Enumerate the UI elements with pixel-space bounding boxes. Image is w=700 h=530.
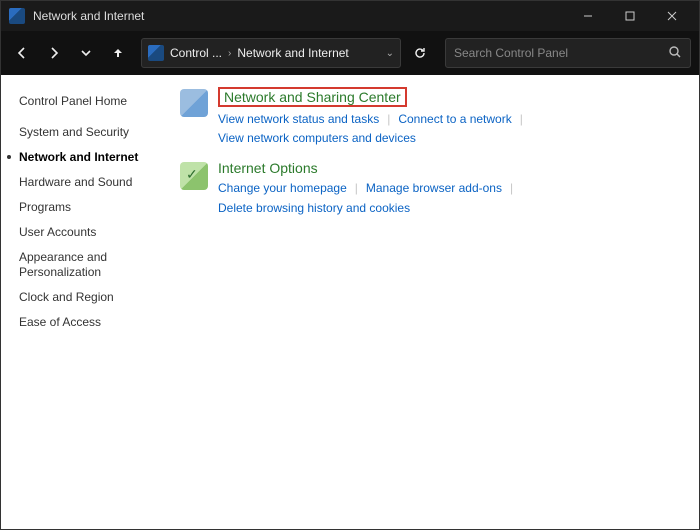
sidebar-item-network-internet[interactable]: Network and Internet xyxy=(19,145,166,170)
link-separator: | xyxy=(387,110,390,129)
app-icon xyxy=(9,8,25,24)
refresh-button[interactable] xyxy=(407,40,433,66)
sidebar: Control Panel Home System and Security N… xyxy=(1,75,176,529)
group-title-internet-options[interactable]: Internet Options xyxy=(218,160,318,176)
internet-options-icon xyxy=(180,162,208,190)
up-button[interactable] xyxy=(105,40,131,66)
search-input[interactable] xyxy=(454,46,664,60)
body: Control Panel Home System and Security N… xyxy=(1,75,699,529)
link-view-network-status[interactable]: View network status and tasks xyxy=(218,110,379,129)
toolbar: Control ... › Network and Internet ⌄ xyxy=(1,31,699,75)
link-separator: | xyxy=(355,179,358,198)
title-bar: Network and Internet xyxy=(1,1,699,31)
breadcrumb-network-internet[interactable]: Network and Internet xyxy=(237,46,348,60)
chevron-down-icon[interactable]: ⌄ xyxy=(386,48,394,59)
sidebar-item-ease-of-access[interactable]: Ease of Access xyxy=(19,310,166,335)
network-icon xyxy=(180,89,208,117)
main-content: Network and Sharing Center View network … xyxy=(176,75,699,529)
link-connect-network[interactable]: Connect to a network xyxy=(398,110,511,129)
group-title-network-sharing[interactable]: Network and Sharing Center xyxy=(218,87,407,107)
window-title: Network and Internet xyxy=(33,9,567,23)
sidebar-item-programs[interactable]: Programs xyxy=(19,195,166,220)
sidebar-item-system-security[interactable]: System and Security xyxy=(19,120,166,145)
close-button[interactable] xyxy=(651,2,693,30)
search-icon xyxy=(668,45,682,62)
minimize-button[interactable] xyxy=(567,2,609,30)
link-manage-addons[interactable]: Manage browser add-ons xyxy=(366,179,502,198)
chevron-right-icon: › xyxy=(228,48,231,59)
sidebar-item-user-accounts[interactable]: User Accounts xyxy=(19,220,166,245)
back-button[interactable] xyxy=(9,40,35,66)
history-dropdown[interactable] xyxy=(73,40,99,66)
sidebar-item-clock-region[interactable]: Clock and Region xyxy=(19,285,166,310)
link-separator: | xyxy=(510,179,513,198)
sidebar-home[interactable]: Control Panel Home xyxy=(19,89,166,114)
address-bar[interactable]: Control ... › Network and Internet ⌄ xyxy=(141,38,401,68)
group-internet-options: Internet Options Change your homepage | … xyxy=(180,160,689,217)
link-view-computers-devices[interactable]: View network computers and devices xyxy=(218,129,416,148)
maximize-button[interactable] xyxy=(609,2,651,30)
window-controls xyxy=(567,2,693,30)
breadcrumb-control-panel[interactable]: Control ... xyxy=(170,46,222,60)
forward-button[interactable] xyxy=(41,40,67,66)
sidebar-item-hardware-sound[interactable]: Hardware and Sound xyxy=(19,170,166,195)
link-separator: | xyxy=(520,110,523,129)
link-change-homepage[interactable]: Change your homepage xyxy=(218,179,347,198)
group-network-sharing: Network and Sharing Center View network … xyxy=(180,87,689,148)
sidebar-item-appearance-personalization[interactable]: Appearance and Personalization xyxy=(19,245,166,285)
location-icon xyxy=(148,45,164,61)
link-delete-history-cookies[interactable]: Delete browsing history and cookies xyxy=(218,199,410,218)
search-box[interactable] xyxy=(445,38,691,68)
